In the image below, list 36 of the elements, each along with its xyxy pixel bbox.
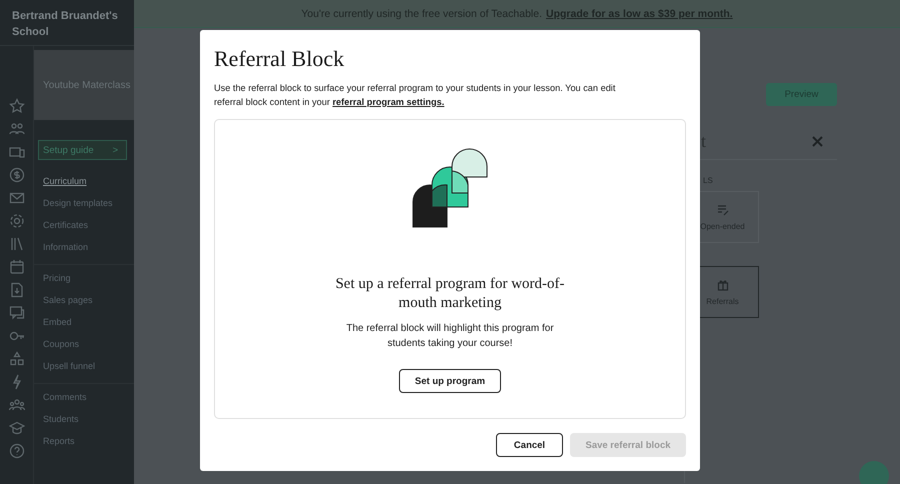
books-icon[interactable] [8, 236, 24, 252]
cancel-button[interactable]: Cancel [496, 433, 563, 457]
setup-guide-button[interactable]: Setup guide > [38, 140, 127, 160]
card-heading: Set up a referral program for word-of-mouth marketing [334, 275, 566, 313]
nav-link[interactable]: Pricing [43, 271, 134, 285]
close-icon[interactable] [812, 136, 823, 146]
dialog-title: Referral Block [214, 46, 346, 72]
nav-link[interactable]: Design templates [43, 196, 134, 210]
nav-link[interactable]: Information [43, 240, 134, 254]
nav-link[interactable]: Students [43, 412, 134, 426]
gift-icon [716, 278, 728, 290]
nav-link[interactable]: Upsell funnel [43, 359, 134, 373]
nav-link[interactable]: Embed [43, 315, 134, 329]
chat-icon[interactable] [8, 305, 24, 321]
nav-link[interactable]: Coupons [43, 337, 134, 351]
group-icon[interactable] [8, 397, 24, 413]
nav-link[interactable]: Comments [43, 390, 134, 404]
card-text: The referral block will highlight this program for students taking your course! [345, 322, 555, 351]
calendar-icon[interactable] [8, 259, 24, 275]
graduation-cap-icon[interactable] [8, 420, 24, 436]
envelope-icon[interactable] [8, 190, 24, 206]
lines-pencil-icon [716, 204, 728, 216]
nav-link[interactable]: Sales pages [43, 293, 134, 307]
nav-link[interactable]: Curriculum [43, 174, 134, 188]
dialog-description: Use the referral block to surface your referral program to your students in your lesson. You can edit referral block content in your referral program settings. [214, 82, 616, 109]
settings-icon[interactable] [8, 213, 24, 229]
nav-link[interactable]: Certificates [43, 218, 134, 232]
nav-link[interactable]: Reports [43, 434, 134, 448]
people-icon[interactable] [8, 121, 24, 137]
help-icon[interactable] [8, 443, 24, 459]
document-download-icon[interactable] [8, 282, 24, 298]
settings-link[interactable]: referral program settings. [332, 96, 444, 106]
star-icon[interactable] [8, 98, 24, 114]
dollar-circle-icon[interactable] [8, 167, 24, 183]
set-up-program-button[interactable]: Set up program [399, 369, 501, 393]
shapes-icon[interactable] [8, 351, 24, 367]
